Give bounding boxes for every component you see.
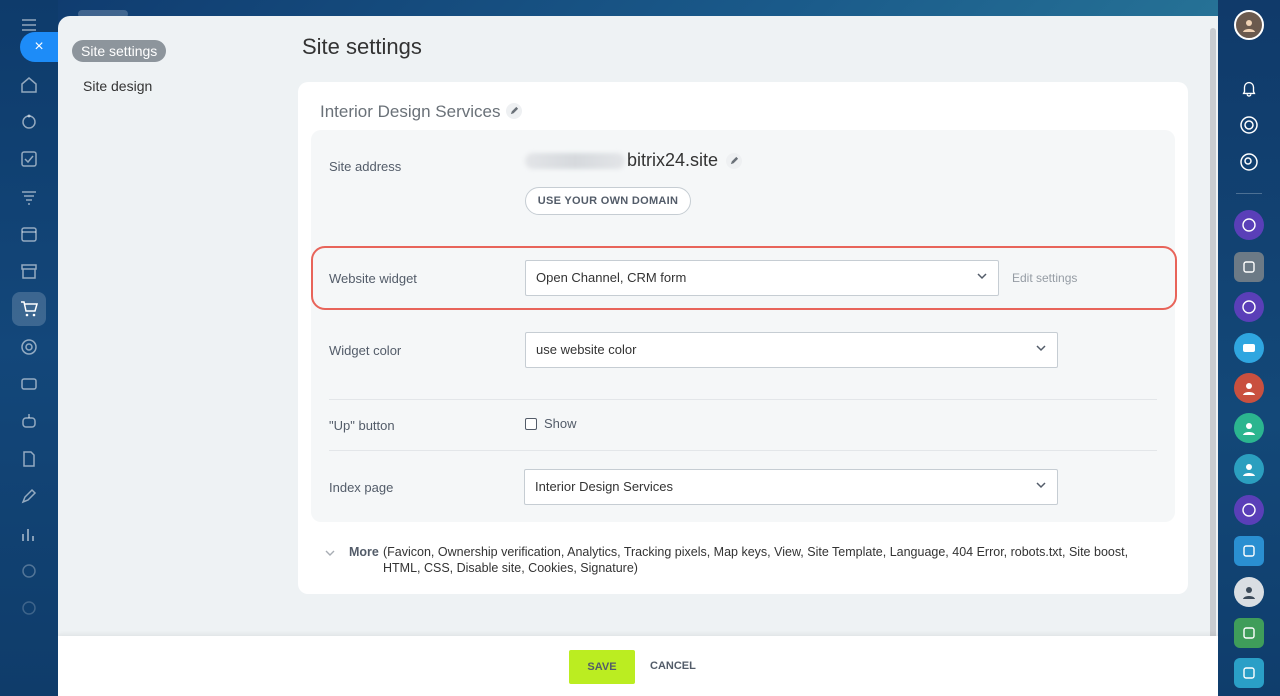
shield-icon[interactable] bbox=[18, 560, 40, 582]
page-title: Site settings bbox=[302, 34, 422, 59]
settings-icon[interactable] bbox=[18, 597, 40, 619]
chat-avatar-6[interactable] bbox=[1234, 413, 1264, 443]
widget-color-value: use website color bbox=[536, 342, 637, 357]
chat-avatar-12[interactable] bbox=[1234, 658, 1264, 688]
more-label: More bbox=[349, 545, 379, 559]
show-checkbox-label[interactable]: Show bbox=[544, 416, 577, 431]
more-items-list: (Favicon, Ownership verification, Analyt… bbox=[383, 545, 1129, 575]
index-page-value: Interior Design Services bbox=[535, 479, 673, 494]
site-domain: bitrix24.site bbox=[627, 150, 719, 170]
target-icon[interactable] bbox=[18, 336, 40, 358]
settings-card: Interior Design Services Site address bi… bbox=[298, 82, 1188, 594]
chevron-down-icon bbox=[1035, 333, 1047, 367]
site-address-label: Site address bbox=[329, 159, 402, 174]
home-icon[interactable] bbox=[18, 74, 40, 96]
left-app-sidebar bbox=[0, 0, 58, 696]
pen-icon[interactable] bbox=[18, 485, 40, 507]
user-avatar[interactable] bbox=[1234, 10, 1264, 40]
close-icon: × bbox=[34, 38, 44, 55]
calendar-icon[interactable] bbox=[18, 223, 40, 245]
chat-search-icon[interactable] bbox=[1236, 149, 1262, 175]
show-up-button-checkbox[interactable] bbox=[525, 418, 537, 430]
divider bbox=[329, 399, 1157, 400]
chat-avatar-5[interactable] bbox=[1234, 373, 1264, 403]
panel-scrollbar[interactable] bbox=[1210, 28, 1216, 678]
edit-settings-link[interactable]: Edit settings bbox=[1012, 271, 1077, 285]
index-page-label: Index page bbox=[329, 480, 394, 495]
menu-item-site-design[interactable]: Site design bbox=[83, 78, 152, 94]
chat-avatar-11[interactable] bbox=[1234, 618, 1264, 648]
index-page-select[interactable]: Interior Design Services bbox=[524, 469, 1058, 505]
chart-icon[interactable] bbox=[18, 523, 40, 545]
chat-avatar-9[interactable] bbox=[1234, 536, 1264, 566]
save-button[interactable]: SAVE bbox=[569, 650, 635, 684]
robot-icon[interactable] bbox=[18, 410, 40, 432]
chat-avatar-2[interactable] bbox=[1234, 252, 1264, 282]
website-widget-select[interactable]: Open Channel, CRM form bbox=[525, 260, 999, 296]
blurred-subdomain bbox=[525, 152, 625, 169]
cancel-button[interactable]: CANCEL bbox=[650, 660, 696, 672]
chevron-down-icon bbox=[325, 546, 335, 562]
chat-avatar-4[interactable] bbox=[1234, 333, 1264, 363]
document-sign-icon[interactable] bbox=[18, 448, 40, 470]
chat-avatar-7[interactable] bbox=[1234, 454, 1264, 484]
bell-icon[interactable] bbox=[1236, 75, 1262, 101]
widget-color-select[interactable]: use website color bbox=[525, 332, 1058, 368]
settings-panel: Site settings Site design Site settings … bbox=[58, 16, 1218, 696]
site-name-heading: Interior Design Services bbox=[320, 102, 523, 122]
right-rail-divider bbox=[1236, 193, 1262, 194]
use-own-domain-button[interactable]: USE YOUR OWN DOMAIN bbox=[525, 187, 691, 215]
right-chat-sidebar bbox=[1218, 0, 1280, 696]
website-widget-label: Website widget bbox=[329, 271, 417, 286]
up-button-label: "Up" button bbox=[329, 418, 395, 433]
settings-form: Site address bitrix24.site USE YOUR OWN … bbox=[311, 130, 1177, 522]
widget-color-label: Widget color bbox=[329, 343, 402, 358]
more-settings-toggle[interactable]: More (Favicon, Ownership verification, A… bbox=[325, 544, 1155, 576]
store-icon[interactable] bbox=[18, 260, 40, 282]
chat-avatar-3[interactable] bbox=[1234, 292, 1264, 322]
edit-name-pencil-icon[interactable] bbox=[506, 102, 523, 119]
copilot-icon[interactable] bbox=[1236, 112, 1262, 138]
chat-avatar-1[interactable] bbox=[1234, 210, 1264, 240]
crm-icon[interactable] bbox=[18, 111, 40, 133]
chevron-down-icon bbox=[1035, 470, 1047, 504]
chat-avatar-10[interactable] bbox=[1234, 577, 1264, 607]
edit-address-pencil-icon[interactable] bbox=[726, 152, 743, 169]
cart-icon[interactable] bbox=[18, 298, 40, 320]
filter-icon[interactable] bbox=[18, 186, 40, 208]
tasks-icon[interactable] bbox=[18, 148, 40, 170]
chevron-down-icon bbox=[976, 261, 988, 295]
website-widget-value: Open Channel, CRM form bbox=[536, 270, 687, 285]
menu-item-site-settings[interactable]: Site settings bbox=[72, 40, 167, 62]
divider bbox=[329, 450, 1157, 451]
id-card-icon[interactable] bbox=[18, 373, 40, 395]
site-address-value: bitrix24.site bbox=[525, 150, 743, 171]
chat-avatar-8[interactable] bbox=[1234, 495, 1264, 525]
site-name-text: Interior Design Services bbox=[320, 102, 501, 121]
footer-bar: SAVE CANCEL bbox=[58, 636, 1218, 696]
